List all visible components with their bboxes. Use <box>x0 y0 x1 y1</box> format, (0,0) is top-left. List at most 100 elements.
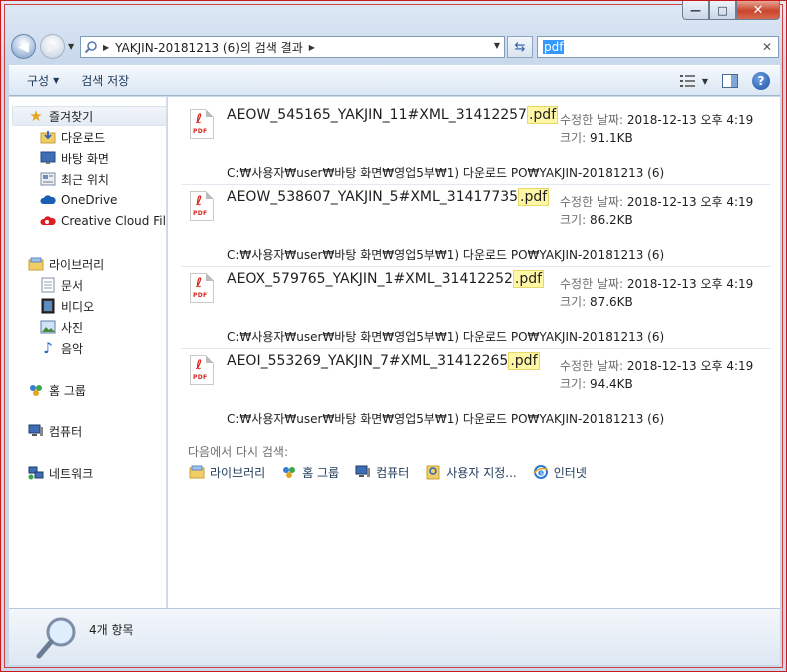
file-name: AEOW_545165_YAKJIN_11#XML_31412257 .pdf <box>227 106 559 124</box>
breadcrumb-segment[interactable]: YAKJIN-20181213 (6)의 검색 결과 <box>111 39 307 56</box>
sidebar-item-downloads[interactable]: 다운로드 <box>39 127 105 147</box>
modified-date: 수정한 날짜: 2018-12-13 오후 4:19 <box>560 195 754 209</box>
search-match-highlight: .pdf <box>508 352 540 370</box>
sidebar-item-label: 음악 <box>61 341 84 356</box>
result-item[interactable]: ℓ PDF AEOW_538607_YAKJIN_5#XML_31417735 .p… <box>181 185 771 267</box>
result-item[interactable]: ℓ PDF AEOW_545165_YAKJIN_11#XML_31412257.… <box>181 103 771 185</box>
sidebar-item-computer[interactable]: 컴퓨터 <box>27 421 82 441</box>
sidebar-item-label: Creative Cloud Files <box>61 214 166 228</box>
details-pane: 4개 항목 <box>9 608 780 665</box>
sidebar-item-libraries[interactable]: 라이브러리 <box>27 254 104 274</box>
sidebar-item-label: 사진 <box>61 320 84 335</box>
search-again-label: 다음에서 다시 검색: <box>188 445 288 459</box>
file-size: 크기: 94.4KB <box>560 377 633 391</box>
sidebar-item-label: 문서 <box>61 278 84 293</box>
toolbar-right: ▼ ? <box>678 69 770 93</box>
sidebar-item-label: 다운로드 <box>61 130 106 145</box>
sidebar-item-onedrive[interactable]: OneDrive <box>39 190 117 210</box>
file-size: 크기: 91.1KB <box>560 131 633 145</box>
sidebar-item-videos[interactable]: 비디오 <box>39 296 94 316</box>
result-item[interactable]: ℓ PDF AEOI_553269_YAKJIN_7#XML_31412265 .p… <box>181 349 771 431</box>
search-again-libraries[interactable]: 라이브러리 <box>188 463 265 481</box>
pdf-file-icon: ℓ PDF <box>190 273 214 303</box>
sidebar-item-pictures[interactable]: 사진 <box>39 317 83 337</box>
search-match-highlight: .pdf <box>512 270 545 288</box>
search-again-custom[interactable]: 사용자 지정... <box>424 463 517 481</box>
close-button[interactable]: ✕ <box>736 1 780 20</box>
navigation-pane: ★ 즐겨찾기 다운로드 바탕 화면 최근 위치 OneDrive Creativ… <box>9 97 167 608</box>
sidebar-item-favorites[interactable]: ★ 즐겨찾기 <box>12 106 166 126</box>
sidebar-item-label: 컴퓨터 <box>49 424 83 439</box>
videos-icon <box>39 297 57 315</box>
pdf-file-icon: ℓ PDF <box>190 109 214 139</box>
libraries-icon <box>188 463 206 481</box>
organize-label: 구성 <box>27 74 50 88</box>
address-dropdown-icon[interactable]: ▼ <box>494 41 500 50</box>
custom-folder-icon <box>424 463 442 481</box>
sidebar-item-music[interactable]: ♪ 음악 <box>39 338 83 358</box>
search-match-highlight: .pdf <box>526 106 559 124</box>
maximize-button[interactable]: □ <box>709 1 736 20</box>
navigation-bar: ◀ ▶ ▼ ▶ YAKJIN-20181213 (6)의 검색 결과 ▶ ▼ ⇆… <box>9 33 780 61</box>
view-dropdown-icon[interactable]: ▼ <box>702 77 708 86</box>
help-icon[interactable]: ? <box>752 72 770 90</box>
modified-date: 수정한 날짜: 2018-12-13 오후 4:19 <box>560 113 754 127</box>
sidebar-item-label: 홈 그룹 <box>49 383 86 398</box>
pdf-file-icon: ℓ PDF <box>190 191 214 221</box>
search-again-internet[interactable]: e 인터넷 <box>532 463 587 481</box>
file-path: C:₩사용자₩user₩바탕 화면₩영업5부₩1) 다운로드 PO₩YAKJIN… <box>227 330 665 344</box>
save-search-label: 검색 저장 <box>81 74 130 88</box>
preview-pane-icon[interactable] <box>720 71 740 91</box>
file-path: C:₩사용자₩user₩바탕 화면₩영업5부₩1) 다운로드 PO₩YAKJIN… <box>227 412 665 426</box>
refresh-icon: ⇆ <box>514 39 526 55</box>
result-item[interactable]: ℓ PDF AEOX_579765_YAKJIN_1#XML_31412252 .p… <box>181 267 771 349</box>
network-icon <box>27 464 45 482</box>
search-again-computer[interactable]: 컴퓨터 <box>354 463 409 481</box>
magnifier-icon <box>35 614 81 660</box>
libraries-icon <box>27 255 45 273</box>
search-again-homegroup[interactable]: 홈 그룹 <box>280 463 339 481</box>
back-button[interactable]: ◀ <box>11 34 36 59</box>
sidebar-item-desktop[interactable]: 바탕 화면 <box>39 148 109 168</box>
modified-date: 수정한 날짜: 2018-12-13 오후 4:19 <box>560 277 754 291</box>
music-icon: ♪ <box>43 339 53 357</box>
onedrive-icon <box>39 191 57 209</box>
arrow-left-icon: ◀ <box>18 38 29 55</box>
recent-pages-dropdown[interactable]: ▼ <box>68 42 74 51</box>
search-match-highlight: .pdf <box>518 188 550 206</box>
downloads-folder-icon <box>39 128 57 146</box>
clear-search-icon[interactable]: ✕ <box>762 40 772 54</box>
search-results-icon <box>81 37 101 57</box>
forward-button[interactable]: ▶ <box>40 34 65 59</box>
sidebar-item-documents[interactable]: 문서 <box>39 275 83 295</box>
breadcrumb-separator-icon[interactable]: ▶ <box>101 43 111 52</box>
address-bar[interactable]: ▶ YAKJIN-20181213 (6)의 검색 결과 ▶ ▼ <box>80 36 505 58</box>
sidebar-item-recent[interactable]: 최근 위치 <box>39 169 109 189</box>
view-options-icon[interactable] <box>678 71 698 91</box>
sidebar-item-homegroup[interactable]: 홈 그룹 <box>27 380 86 400</box>
file-name: AEOW_538607_YAKJIN_5#XML_31417735 .pdf <box>227 188 550 206</box>
desktop-icon <box>39 149 57 167</box>
pdf-file-icon: ℓ PDF <box>190 355 214 385</box>
homegroup-icon <box>27 381 45 399</box>
file-name: AEOI_553269_YAKJIN_7#XML_31412265 .pdf <box>227 352 540 370</box>
sidebar-item-label: 바탕 화면 <box>61 151 109 166</box>
sidebar-item-label: 네트워크 <box>49 466 94 481</box>
search-input[interactable]: pdf ✕ <box>537 36 779 58</box>
save-search-button[interactable]: 검색 저장 <box>73 69 137 93</box>
refresh-button[interactable]: ⇆ <box>507 36 533 58</box>
organize-button[interactable]: 구성 ▼ <box>19 69 67 93</box>
command-bar: 구성 ▼ 검색 저장 ▼ ? <box>9 65 780 96</box>
minimize-button[interactable]: — <box>682 1 709 20</box>
sidebar-item-label: 즐겨찾기 <box>49 109 94 124</box>
modified-date: 수정한 날짜: 2018-12-13 오후 4:19 <box>560 359 754 373</box>
arrow-right-icon: ▶ <box>47 38 58 55</box>
file-path: C:₩사용자₩user₩바탕 화면₩영업5부₩1) 다운로드 PO₩YAKJIN… <box>227 248 665 262</box>
file-size: 크기: 87.6KB <box>560 295 633 309</box>
item-count: 4개 항목 <box>89 623 134 637</box>
sidebar-item-creative-cloud[interactable]: Creative Cloud Files <box>39 211 166 231</box>
sidebar-item-network[interactable]: 네트워크 <box>27 463 93 483</box>
star-icon: ★ <box>29 107 43 125</box>
chevron-down-icon: ▼ <box>53 76 60 85</box>
breadcrumb-separator-icon[interactable]: ▶ <box>307 43 317 52</box>
